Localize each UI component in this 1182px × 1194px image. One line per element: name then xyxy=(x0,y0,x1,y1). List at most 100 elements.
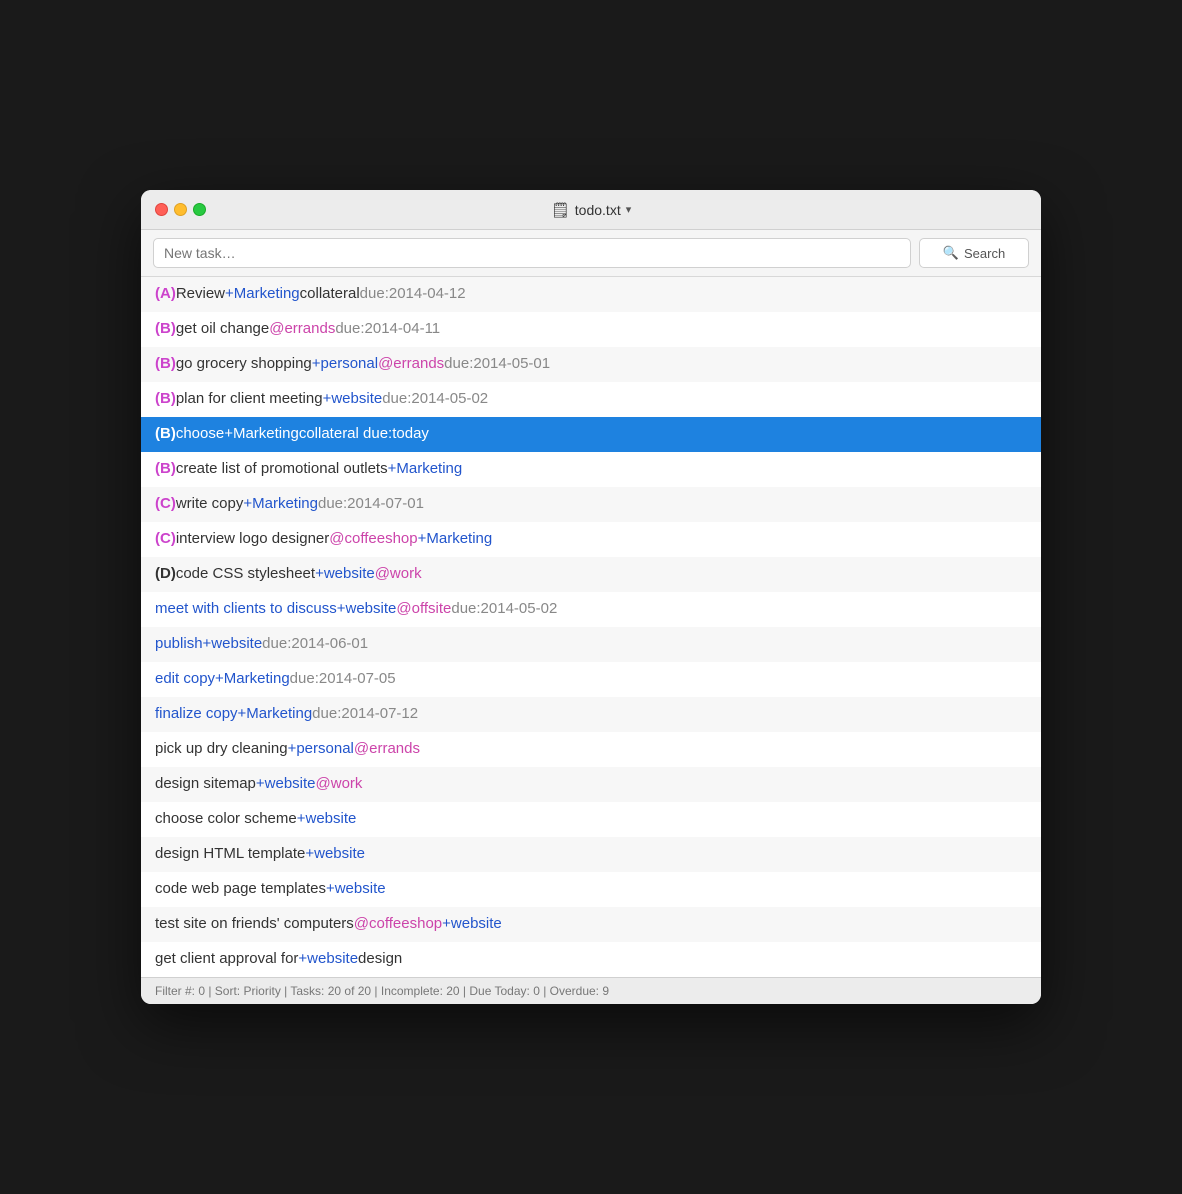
context-tag: @errands xyxy=(269,318,335,341)
task-text: Review xyxy=(176,283,225,306)
task-text-nopriority: publish xyxy=(155,633,203,656)
window-title: todo.txt xyxy=(575,202,621,218)
project-tag: +website xyxy=(442,913,502,936)
task-text: create list of promotional outlets xyxy=(176,458,388,481)
task-row[interactable]: pick up dry cleaning +personal @errands xyxy=(141,732,1041,767)
priority-label: (B) xyxy=(155,353,176,376)
task-row[interactable]: code web page templates +website xyxy=(141,872,1041,907)
titlebar: 🗒 todo.txt ▾ xyxy=(141,190,1041,230)
project-tag: +website xyxy=(326,878,386,901)
priority-label: (C) xyxy=(155,493,176,516)
maximize-button[interactable] xyxy=(193,203,206,216)
project-tag: +website xyxy=(256,773,316,796)
dropdown-chevron[interactable]: ▾ xyxy=(626,203,632,216)
new-task-input[interactable] xyxy=(153,238,911,268)
task-text: get client approval for xyxy=(155,948,298,971)
due-date: due:2014-05-01 xyxy=(444,353,550,376)
priority-label: (C) xyxy=(155,528,176,551)
task-text: interview logo designer xyxy=(176,528,329,551)
task-row[interactable]: (B) go grocery shopping +personal @erran… xyxy=(141,347,1041,382)
task-row[interactable]: (B) get oil change @errands due:2014-04-… xyxy=(141,312,1041,347)
search-label: Search xyxy=(964,246,1005,261)
context-tag: @offsite xyxy=(396,598,451,621)
task-text: plan for client meeting xyxy=(176,388,323,411)
due-date: due:2014-05-02 xyxy=(451,598,557,621)
task-text-nopriority: finalize copy xyxy=(155,703,238,726)
task-text: collateral xyxy=(300,283,360,306)
task-row[interactable]: (B) plan for client meeting +website due… xyxy=(141,382,1041,417)
task-row[interactable]: edit copy +Marketing due:2014-07-05 xyxy=(141,662,1041,697)
project-tag: +Marketing xyxy=(388,458,463,481)
task-text-nopriority: meet with clients to discuss xyxy=(155,598,337,621)
project-tag: +Marketing xyxy=(238,703,313,726)
context-tag: @errands xyxy=(354,738,420,761)
task-text: design HTML template xyxy=(155,843,305,866)
statusbar: Filter #: 0 | Sort: Priority | Tasks: 20… xyxy=(141,977,1041,1004)
task-text: test site on friends' computers xyxy=(155,913,354,936)
due-date: due:2014-06-01 xyxy=(262,633,368,656)
task-text-nopriority: edit copy xyxy=(155,668,215,691)
project-tag: +Marketing xyxy=(215,668,290,691)
project-tag: +website xyxy=(297,808,357,831)
task-row[interactable]: meet with clients to discuss +website @o… xyxy=(141,592,1041,627)
file-icon: 🗒 xyxy=(551,201,570,219)
project-tag: +website xyxy=(337,598,397,621)
priority-label: (B) xyxy=(155,388,176,411)
task-text: collateral due:today xyxy=(299,423,429,446)
search-button[interactable]: 🔍 Search xyxy=(919,238,1029,268)
task-list: (A) Review +Marketing collateral due:201… xyxy=(141,277,1041,977)
main-window: 🗒 todo.txt ▾ 🔍 Search (A) Review +Market… xyxy=(141,190,1041,1004)
task-row[interactable]: finalize copy +Marketing due:2014-07-12 xyxy=(141,697,1041,732)
project-tag: +Marketing xyxy=(418,528,493,551)
task-text: get oil change xyxy=(176,318,269,341)
context-tag: @work xyxy=(316,773,363,796)
project-tag: +website xyxy=(203,633,263,656)
task-text: design xyxy=(358,948,402,971)
minimize-button[interactable] xyxy=(174,203,187,216)
project-tag: +website xyxy=(315,563,375,586)
due-date: due:2014-04-11 xyxy=(335,318,440,341)
context-tag: @work xyxy=(375,563,422,586)
project-tag: +website xyxy=(305,843,365,866)
priority-label: (B) xyxy=(155,318,176,341)
statusbar-text: Filter #: 0 | Sort: Priority | Tasks: 20… xyxy=(155,984,609,998)
context-tag: @coffeeshop xyxy=(329,528,417,551)
priority-label: (B) xyxy=(155,458,176,481)
priority-label: (A) xyxy=(155,283,176,306)
project-tag: +personal xyxy=(312,353,378,376)
task-row[interactable]: (C) write copy +Marketing due:2014-07-01 xyxy=(141,487,1041,522)
due-date: due:2014-07-05 xyxy=(290,668,396,691)
close-button[interactable] xyxy=(155,203,168,216)
task-text: code web page templates xyxy=(155,878,326,901)
priority-label: (B) xyxy=(155,423,176,446)
project-tag: +website xyxy=(298,948,358,971)
task-row[interactable]: (D) code CSS stylesheet +website @work xyxy=(141,557,1041,592)
task-row[interactable]: (B) create list of promotional outlets +… xyxy=(141,452,1041,487)
task-row[interactable]: publish +website due:2014-06-01 xyxy=(141,627,1041,662)
task-row[interactable]: design sitemap +website @work xyxy=(141,767,1041,802)
task-text: design sitemap xyxy=(155,773,256,796)
task-row[interactable]: test site on friends' computers @coffees… xyxy=(141,907,1041,942)
task-row[interactable]: get client approval for +website design xyxy=(141,942,1041,977)
task-row[interactable]: (C) interview logo designer @coffeeshop … xyxy=(141,522,1041,557)
task-text: code CSS stylesheet xyxy=(176,563,315,586)
task-row[interactable]: (A) Review +Marketing collateral due:201… xyxy=(141,277,1041,312)
project-tag: +Marketing xyxy=(225,283,300,306)
context-tag: @errands xyxy=(378,353,444,376)
task-text: pick up dry cleaning xyxy=(155,738,288,761)
task-text: choose color scheme xyxy=(155,808,297,831)
task-text: write copy xyxy=(176,493,244,516)
task-row[interactable]: (B) choose +Marketing collateral due:tod… xyxy=(141,417,1041,452)
due-date: due:2014-05-02 xyxy=(382,388,488,411)
task-text: choose xyxy=(176,423,224,446)
project-tag: +personal xyxy=(288,738,354,761)
project-tag: +website xyxy=(323,388,383,411)
task-text: go grocery shopping xyxy=(176,353,312,376)
priority-label: (D) xyxy=(155,563,176,586)
task-row[interactable]: design HTML template +website xyxy=(141,837,1041,872)
toolbar: 🔍 Search xyxy=(141,230,1041,277)
traffic-lights xyxy=(155,203,206,216)
task-row[interactable]: choose color scheme +website xyxy=(141,802,1041,837)
window-title-area: 🗒 todo.txt ▾ xyxy=(551,201,632,219)
context-tag: @coffeeshop xyxy=(354,913,442,936)
